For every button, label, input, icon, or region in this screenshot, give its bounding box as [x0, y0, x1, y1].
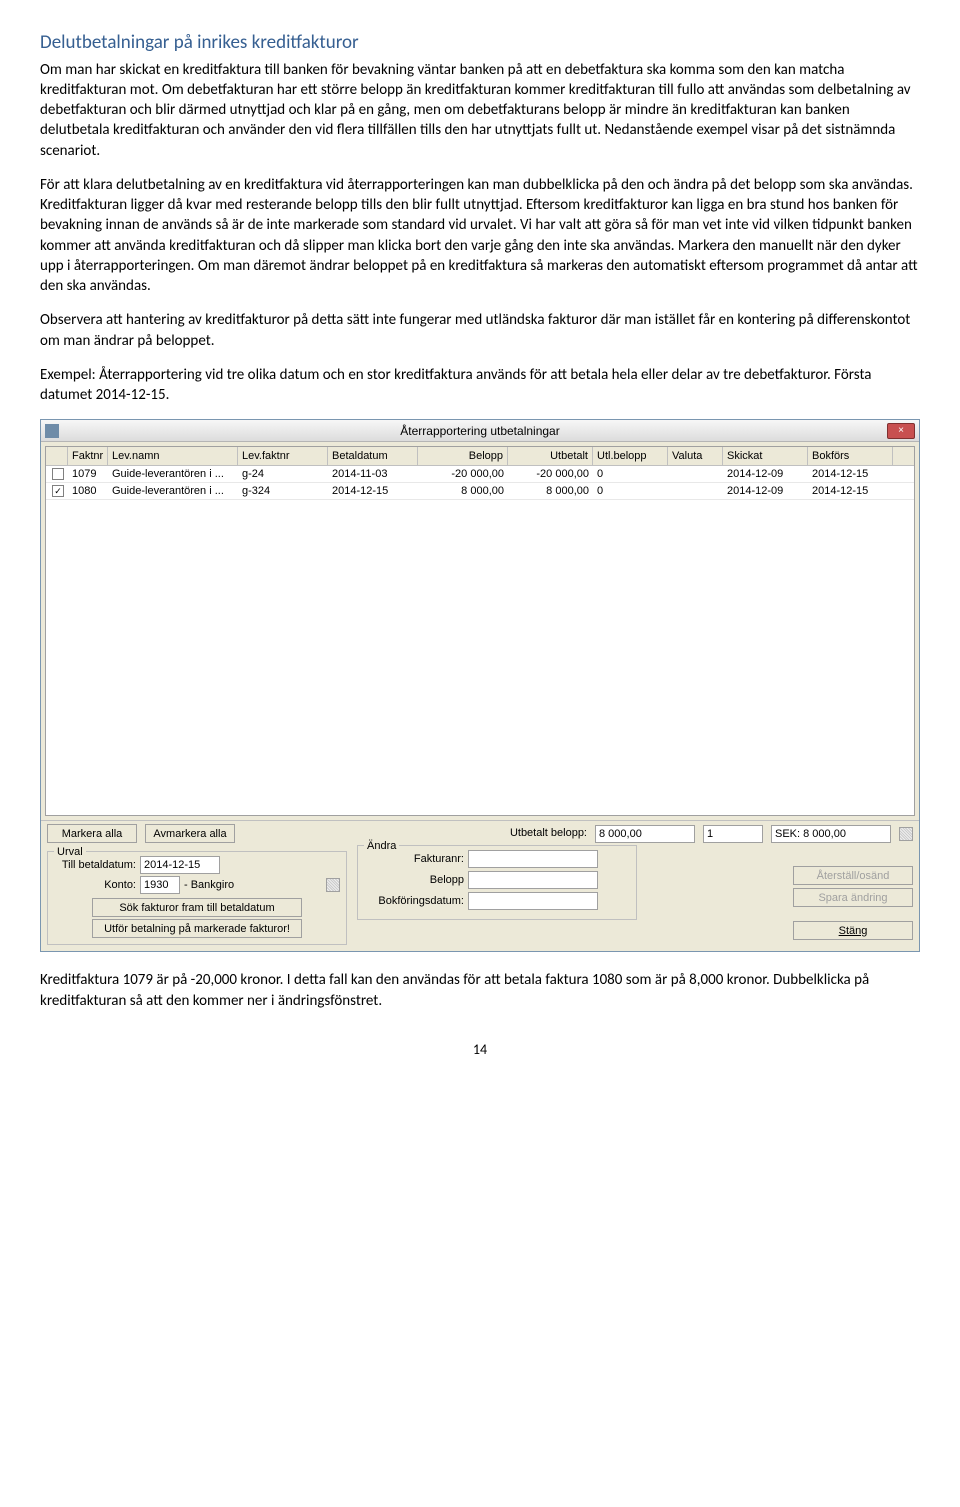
andra-fieldset: Ändra Fakturanr: Belopp Bokföringsdatum: — [357, 845, 637, 920]
konto-field[interactable] — [140, 876, 180, 894]
stang-button[interactable]: Stäng — [793, 921, 913, 940]
caption: Kreditfaktura 1079 är på -20,000 kronor.… — [40, 970, 920, 1011]
row-checkbox[interactable]: ✓ — [52, 485, 64, 497]
col-levfaktnr[interactable]: Lev.faktnr — [238, 447, 328, 465]
cell: -20 000,00 — [418, 466, 508, 482]
konto-label: Konto: — [54, 878, 136, 893]
sok-button[interactable]: Sök fakturor fram till betaldatum — [92, 898, 302, 917]
bottom-panel: Markera alla Avmarkera alla Utbetalt bel… — [41, 820, 919, 951]
cell: 2014-12-15 — [808, 483, 893, 499]
col-faktnr[interactable]: Faktnr — [68, 447, 108, 465]
heading: Delutbetalningar på inrikes kreditfaktur… — [40, 30, 920, 56]
col-skickat[interactable]: Skickat — [723, 447, 808, 465]
cell: 0 — [593, 466, 668, 482]
till-betaldatum-field[interactable] — [140, 856, 220, 874]
col-check — [46, 447, 68, 465]
cell: g-24 — [238, 466, 328, 482]
dialog-window: Återrapportering utbetalningar × Faktnr … — [40, 419, 920, 952]
right-buttons: Återställ/osänd Spara ändring Stäng — [793, 845, 913, 940]
hash-icon — [326, 878, 340, 892]
cell: 8 000,00 — [418, 483, 508, 499]
utfor-button[interactable]: Utför betalning på markerade fakturor! — [92, 919, 302, 938]
urval-fieldset: Urval Till betaldatum: Konto: - Bankgiro… — [47, 851, 347, 945]
cell: 2014-12-09 — [723, 466, 808, 482]
col-utbetalt[interactable]: Utbetalt — [508, 447, 593, 465]
avmarkera-alla-button[interactable]: Avmarkera alla — [145, 824, 235, 843]
cell: 2014-11-03 — [328, 466, 418, 482]
markera-alla-button[interactable]: Markera alla — [47, 824, 137, 843]
fakturanr-field[interactable] — [468, 850, 598, 868]
cell: 1080 — [68, 483, 108, 499]
paragraph-2: För att klara delutbetalning av en kredi… — [40, 175, 920, 297]
spara-button[interactable]: Spara ändring — [793, 888, 913, 907]
page-number: 14 — [40, 1041, 920, 1060]
paragraph-4: Exempel: Återrapportering vid tre olika … — [40, 365, 920, 406]
hash-icon — [899, 827, 913, 841]
andra-label: Ändra — [364, 839, 399, 854]
window-icon — [45, 424, 59, 438]
urval-label: Urval — [54, 845, 86, 860]
cell — [668, 466, 723, 482]
belopp-label: Belopp — [364, 873, 464, 888]
cell: 0 — [593, 483, 668, 499]
col-valuta[interactable]: Valuta — [668, 447, 723, 465]
cell: 8 000,00 — [508, 483, 593, 499]
row-checkbox[interactable] — [52, 468, 64, 480]
paragraph-1: Om man har skickat en kreditfaktura till… — [40, 60, 920, 161]
cell: g-324 — [238, 483, 328, 499]
utbetalt-belopp-field[interactable] — [595, 825, 695, 843]
cell — [668, 483, 723, 499]
bankgiro-label: - Bankgiro — [184, 878, 234, 893]
utbetalt-belopp-label: Utbetalt belopp: — [510, 826, 587, 841]
cell: Guide-leverantören i ... — [108, 483, 238, 499]
cell: Guide-leverantören i ... — [108, 466, 238, 482]
bokforingsdatum-label: Bokföringsdatum: — [364, 894, 464, 909]
cell: 2014-12-15 — [328, 483, 418, 499]
col-bokfors[interactable]: Bokförs — [808, 447, 893, 465]
close-button[interactable]: × — [887, 423, 915, 439]
col-betaldatum[interactable]: Betaldatum — [328, 447, 418, 465]
cell: 2014-12-15 — [808, 466, 893, 482]
bokforingsdatum-field[interactable] — [468, 892, 598, 910]
table-row[interactable]: ✓ 1080 Guide-leverantören i ... g-324 20… — [46, 483, 914, 500]
table-row[interactable]: 1079 Guide-leverantören i ... g-24 2014-… — [46, 466, 914, 483]
col-belopp[interactable]: Belopp — [418, 447, 508, 465]
data-grid[interactable]: Faktnr Lev.namn Lev.faktnr Betaldatum Be… — [45, 446, 915, 816]
cell: 1079 — [68, 466, 108, 482]
col-levnamn[interactable]: Lev.namn — [108, 447, 238, 465]
sek-field[interactable] — [771, 825, 891, 843]
cell: -20 000,00 — [508, 466, 593, 482]
grid-header: Faktnr Lev.namn Lev.faktnr Betaldatum Be… — [46, 447, 914, 466]
aterstall-button[interactable]: Återställ/osänd — [793, 866, 913, 885]
cell: 2014-12-09 — [723, 483, 808, 499]
belopp-field[interactable] — [468, 871, 598, 889]
col-utlbelopp[interactable]: Utl.belopp — [593, 447, 668, 465]
count-field[interactable] — [703, 825, 763, 843]
window-title: Återrapportering utbetalningar — [400, 423, 559, 439]
titlebar: Återrapportering utbetalningar × — [41, 420, 919, 442]
paragraph-3: Observera att hantering av kreditfakturo… — [40, 310, 920, 351]
